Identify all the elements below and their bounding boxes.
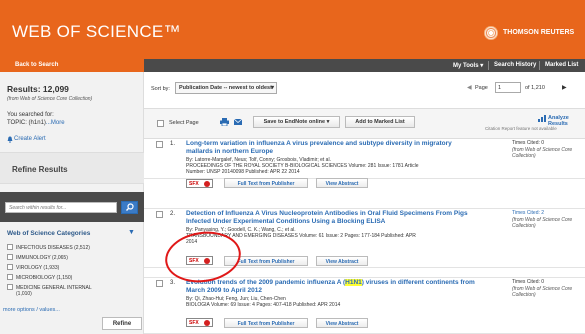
category-filter[interactable]: IMMUNOLOGY (2,065) — [7, 254, 68, 261]
page-input[interactable]: 1 — [495, 82, 521, 93]
my-tools-menu[interactable]: My Tools ▾ — [453, 62, 483, 69]
back-to-search-button[interactable]: Back to Search — [0, 59, 144, 72]
sort-value: Publication Date -- newest to oldest — [179, 85, 272, 91]
go-icon — [204, 320, 210, 326]
record-number: 2. — [170, 211, 176, 217]
record-checkbox[interactable] — [156, 211, 163, 218]
category-checkbox[interactable] — [7, 274, 13, 280]
page-total: of 1,210 — [525, 85, 545, 91]
thomson-reuters-logo-icon — [484, 26, 498, 40]
record-source-detail: Number: UNSP 20140098 Published: APR 22 … — [186, 169, 300, 175]
refine-results-title: Refine Results — [12, 165, 68, 174]
category-filter[interactable]: MEDICINE GENERAL INTERNAL — [7, 284, 92, 291]
times-cited: Times Cited: 0 (from Web of Science Core… — [512, 279, 585, 299]
more-options-link[interactable]: more options / values... — [3, 307, 60, 313]
full-text-button[interactable]: Full Text from Publisher — [224, 318, 308, 328]
refine-results-panel: Refine Results — [0, 152, 144, 184]
email-icon[interactable] — [234, 119, 242, 125]
search-within-button[interactable] — [121, 201, 138, 214]
sfx-label: SFX — [189, 320, 199, 326]
chevron-down-icon: ▾ — [326, 119, 330, 125]
record-number: 3. — [170, 280, 176, 286]
nav-divider — [488, 61, 489, 70]
analyze-results-icon — [538, 115, 546, 122]
record-source: BIOLOGIA Volume: 69 Issue: 4 Pages: 407-… — [186, 302, 341, 308]
chevron-down-icon[interactable]: ▼ — [128, 229, 135, 236]
add-to-marked-list-button[interactable]: Add to Marked List — [345, 116, 415, 128]
search-term-highlight: H1N1 — [345, 279, 362, 286]
searched-for-label: You searched for: — [7, 112, 54, 118]
record-checkbox[interactable] — [156, 280, 163, 287]
category-filter[interactable]: VIROLOGY (1,933) — [7, 264, 59, 271]
category-checkbox[interactable] — [7, 254, 13, 260]
category-count: (1,010) — [16, 291, 32, 297]
search-within-panel — [0, 192, 144, 222]
record-title-link[interactable]: Detection of Influenza A Virus Nucleopro… — [186, 210, 476, 226]
times-cited-source: (from Web of Science Core Collection) — [512, 216, 573, 230]
sort-bar: Sort by: Publication Date -- newest to o… — [144, 72, 585, 109]
category-filter[interactable]: MICROBIOLOGY (1,150) — [7, 274, 72, 281]
results-source: (from Web of Science Core Collection) — [7, 96, 93, 102]
category-label: VIROLOGY (1,933) — [16, 265, 60, 271]
select-page-label: Select Page — [169, 120, 199, 126]
select-page-checkbox[interactable] — [157, 120, 164, 127]
refine-button[interactable]: Refine — [102, 317, 142, 330]
times-cited: Times Cited: 2 (from Web of Science Core… — [512, 210, 585, 230]
marked-list-link[interactable]: Marked List — [545, 62, 578, 68]
times-cited-source: (from Web of Science Core Collection) — [512, 146, 573, 160]
page-label: Page — [475, 85, 488, 91]
category-filter[interactable]: INFECTIOUS DISEASES (2,512) — [7, 244, 90, 251]
results-count: Results: 12,099 — [7, 84, 69, 94]
sort-label: Sort by: — [151, 86, 170, 92]
record-item: 1. Long-term variation in influenza A vi… — [144, 139, 585, 179]
search-icon — [126, 203, 134, 211]
search-topic: TOPIC: (h1n1)...More — [7, 120, 65, 126]
sidebar: Results: 12,099 (from Web of Science Cor… — [0, 72, 144, 334]
category-label: IMMUNOLOGY (2,065) — [16, 255, 68, 261]
next-page-icon[interactable]: ▶ — [562, 84, 567, 91]
prev-page-icon[interactable]: ◀ — [467, 84, 472, 91]
view-abstract-button[interactable]: View Abstract — [316, 178, 368, 188]
record-title-link[interactable]: Long-term variation in influenza A virus… — [186, 140, 476, 156]
go-icon — [204, 181, 210, 187]
topic-text: TOPIC: (h1n1) — [7, 120, 46, 126]
citation-report-note: Citation Report feature not available — [485, 126, 557, 131]
pagination: ◀ Page 1 of 1,210 ▶ — [457, 82, 577, 94]
categories-title[interactable]: Web of Science Categories — [7, 230, 90, 237]
category-checkbox[interactable] — [7, 264, 13, 270]
sfx-button[interactable]: SFX — [186, 179, 213, 188]
view-abstract-button[interactable]: View Abstract — [316, 256, 368, 266]
bell-icon — [7, 136, 13, 143]
view-abstract-button[interactable]: View Abstract — [316, 318, 368, 328]
category-checkbox[interactable] — [7, 244, 13, 250]
save-to-endnote-button[interactable]: Save to EndNote online ▾ — [253, 116, 340, 128]
category-label: MICROBIOLOGY (1,150) — [16, 275, 73, 281]
nav-bar: Back to Search My Tools ▾ Search History… — [0, 59, 585, 72]
search-history-link[interactable]: Search History — [494, 62, 536, 68]
save-to-endnote-label: Save to EndNote online — [263, 119, 326, 125]
record-checkbox[interactable] — [156, 141, 163, 148]
sfx-label: SFX — [189, 181, 199, 187]
sfx-button[interactable]: SFX — [186, 318, 213, 327]
print-icon[interactable] — [220, 118, 229, 126]
topic-more-link[interactable]: ...More — [46, 120, 65, 126]
sort-select[interactable]: Publication Date -- newest to oldest ▾ — [175, 82, 277, 94]
action-bar: Select Page Save to EndNote online ▾ Add… — [144, 109, 585, 139]
create-alert-link[interactable]: Create Alert — [14, 136, 46, 142]
full-text-button[interactable]: Full Text from Publisher — [224, 178, 308, 188]
times-cited-source: (from Web of Science Core Collection) — [512, 285, 573, 299]
publisher-name: THOMSON REUTERS — [503, 29, 575, 36]
nav-divider — [539, 61, 540, 70]
chevron-down-icon: ▾ — [270, 85, 274, 91]
record-number: 1. — [170, 141, 176, 147]
search-within-input[interactable] — [5, 202, 117, 213]
header: WEB OF SCIENCE™ THOMSON REUTERS — [0, 0, 585, 59]
wos-logo[interactable]: WEB OF SCIENCE™ — [12, 22, 181, 42]
times-cited: Times Cited: 0 (from Web of Science Core… — [512, 140, 585, 160]
record-title-link[interactable]: Evolution trends of the 2009 pandemic in… — [186, 279, 476, 295]
category-checkbox[interactable] — [7, 284, 13, 290]
category-label: INFECTIOUS DISEASES (2,512) — [16, 245, 90, 251]
